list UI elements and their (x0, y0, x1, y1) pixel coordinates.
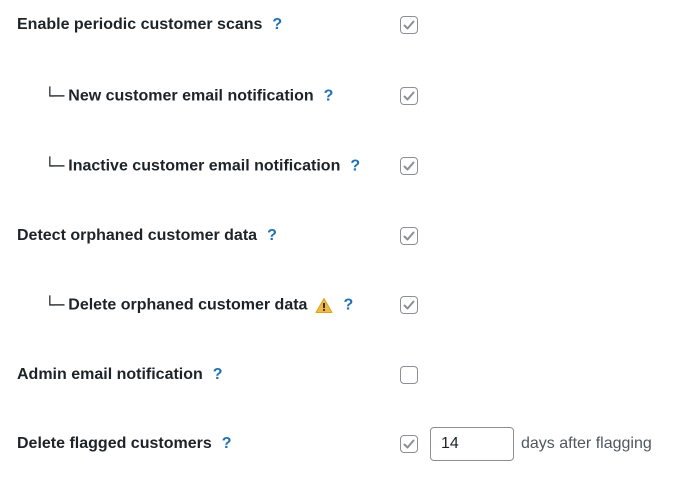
setting-label-container: Detect orphaned customer data ? (17, 227, 277, 245)
settings-panel: Enable periodic customer scans ? └─ New … (0, 0, 675, 478)
checkmark-icon (403, 300, 415, 310)
setting-label: Enable periodic customer scans (17, 16, 263, 33)
checkmark-icon (403, 91, 415, 101)
setting-row-periodic-scans: Enable periodic customer scans ? (0, 5, 675, 45)
periodic-scans-checkbox[interactable] (400, 16, 418, 34)
help-icon[interactable]: ? (272, 16, 282, 34)
checkmark-icon (403, 161, 415, 171)
setting-label: Inactive customer email notification (68, 157, 341, 174)
setting-label-container: └─ Inactive customer email notification … (45, 157, 360, 176)
setting-row-inactive-customer-email: └─ Inactive customer email notification … (0, 146, 675, 186)
days-after-flagging-input[interactable] (430, 427, 514, 461)
help-icon[interactable]: ? (267, 227, 277, 245)
setting-label: Delete flagged customers (17, 435, 212, 452)
checkmark-icon (403, 231, 415, 241)
setting-label-container: Enable periodic customer scans ? (17, 16, 282, 34)
setting-label-container: Delete flagged customers ? (17, 435, 232, 453)
setting-label: Delete orphaned customer data (68, 296, 308, 313)
checkmark-icon (403, 439, 415, 449)
delete-orphaned-checkbox[interactable] (400, 296, 418, 314)
admin-email-checkbox[interactable] (400, 366, 418, 384)
setting-row-admin-email: Admin email notification ? (0, 355, 675, 395)
new-customer-email-checkbox[interactable] (400, 87, 418, 105)
checkmark-icon (403, 20, 415, 30)
detect-orphaned-checkbox[interactable] (400, 227, 418, 245)
days-suffix-label: days after flagging (521, 435, 652, 452)
setting-label-container: └─ Delete orphaned customer data ? (45, 296, 353, 315)
tree-branch-icon: └─ (45, 156, 65, 176)
setting-label-container: Admin email notification ? (17, 366, 223, 384)
help-icon[interactable]: ? (350, 157, 360, 175)
setting-row-delete-orphaned: └─ Delete orphaned customer data ? (0, 285, 675, 325)
tree-branch-icon: └─ (45, 86, 65, 106)
setting-label: Detect orphaned customer data (17, 227, 258, 244)
help-icon[interactable]: ? (324, 87, 334, 105)
setting-label: New customer email notification (68, 87, 314, 104)
tree-branch-icon: └─ (45, 295, 65, 315)
help-icon[interactable]: ? (213, 366, 223, 384)
setting-row-new-customer-email: └─ New customer email notification ? (0, 76, 675, 116)
setting-label: Admin email notification (17, 366, 203, 383)
help-icon[interactable]: ? (222, 435, 232, 453)
setting-row-delete-flagged: Delete flagged customers ? days after fl… (0, 424, 675, 464)
inactive-customer-email-checkbox[interactable] (400, 157, 418, 175)
setting-label-container: └─ New customer email notification ? (45, 87, 333, 106)
delete-flagged-checkbox[interactable] (400, 435, 418, 453)
setting-row-detect-orphaned: Detect orphaned customer data ? (0, 216, 675, 256)
warning-icon (315, 297, 333, 313)
help-icon[interactable]: ? (343, 296, 353, 314)
